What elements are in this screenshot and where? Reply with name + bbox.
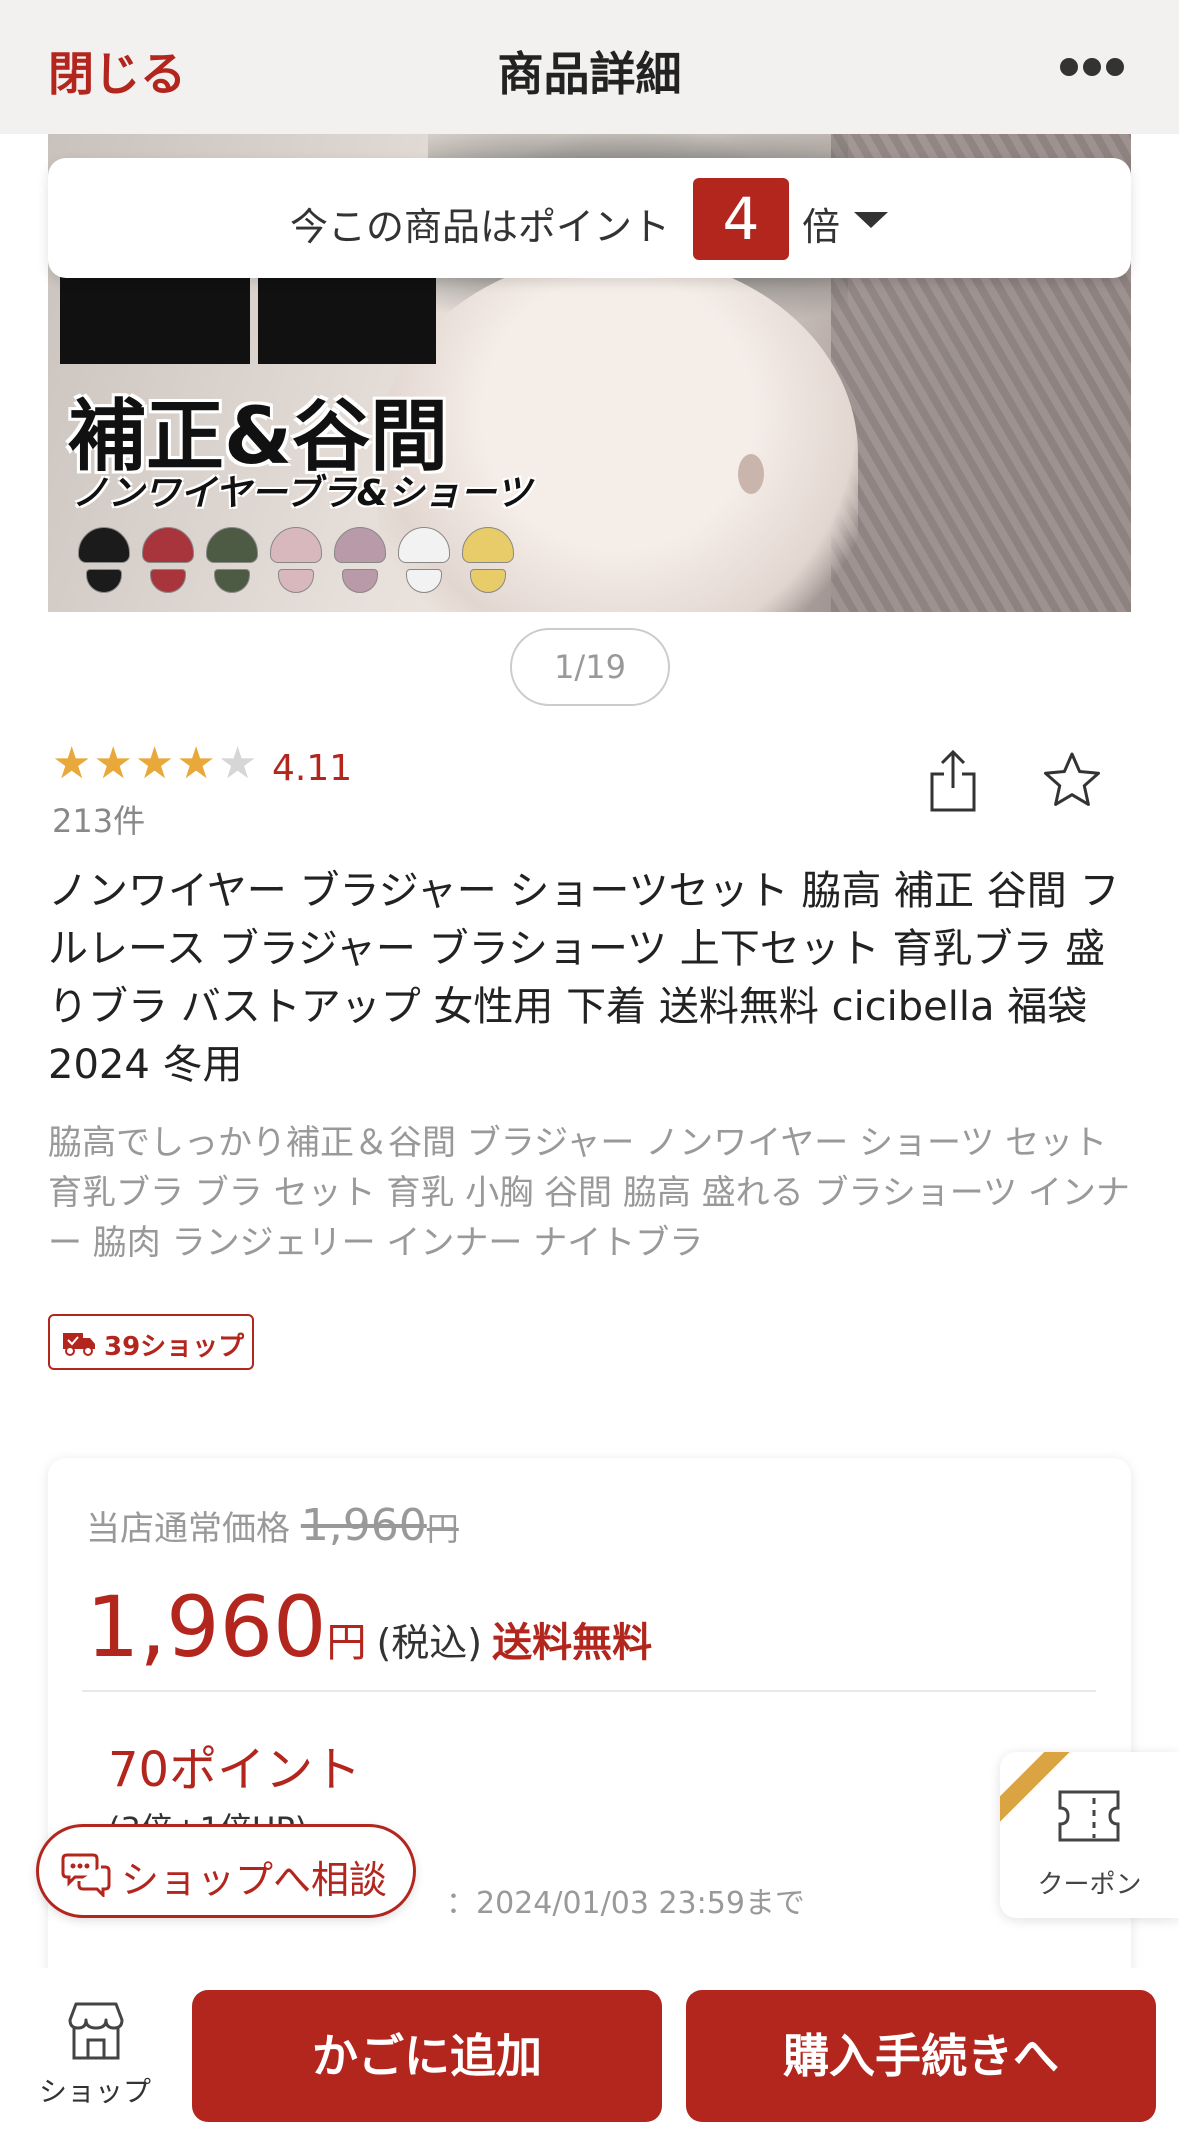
free-shipping-label: 送料無料 [492, 1620, 653, 1666]
caret-down-icon[interactable] [854, 212, 888, 228]
checkout-button[interactable]: 購入手続きへ [686, 1990, 1156, 2122]
current-price-row: 1,960円 (税込) 送料無料 [86, 1578, 652, 1676]
store-icon [68, 2002, 124, 2060]
image-subheadline: ノンワイヤーブラ&ショーツ [72, 473, 532, 514]
color-swatch [398, 519, 450, 597]
rating-stars[interactable]: ★ ★ ★ ★ ★ [52, 742, 257, 786]
page-title: 商品詳細 [497, 47, 682, 101]
shop-tab-label: ショップ [38, 2075, 151, 2108]
chat-bubble-icon [61, 1853, 111, 1897]
shop39-label: 39ショップ [104, 1332, 245, 1362]
color-swatch [270, 519, 322, 597]
color-swatch [142, 519, 194, 597]
product-catch-copy: 脇高でしっかり補正＆谷間 ブラジャー ノンワイヤー ショーツ セット 育乳ブラ … [48, 1123, 1130, 1263]
star-icon: ★ [93, 738, 133, 789]
tax-label: (税込) [376, 1621, 483, 1665]
more-horizontal-icon[interactable] [1060, 58, 1124, 78]
review-count[interactable]: 213件 [52, 796, 145, 842]
points-banner-text: 今この商品はポイント [290, 205, 671, 249]
points-banner-suffix: 倍 [802, 205, 841, 249]
regular-price-label: 当店通常価格 [86, 1509, 290, 1549]
current-price: 1,960 [86, 1578, 327, 1676]
shop-tab[interactable]: ショップ [30, 2000, 160, 2120]
star-icon: ★ [176, 738, 216, 789]
divider [82, 1690, 1096, 1692]
points-multiplier: 4 [693, 178, 789, 260]
color-swatch [206, 519, 258, 597]
coupon-label: クーポン [1037, 1870, 1142, 1900]
bottom-action-bar: ショップ かごに追加 購入手続きへ [0, 1968, 1179, 2143]
color-swatch [462, 519, 514, 597]
star-icon: ★ [134, 738, 175, 789]
ticket-icon [1058, 1790, 1120, 1842]
points-deadline: ：2024/01/03 23:59まで [446, 1886, 805, 1921]
current-price-yen: 円 [326, 1620, 367, 1666]
consult-shop-button[interactable]: ショップへ相談 [36, 1824, 416, 1918]
truck-icon [63, 1333, 95, 1356]
color-swatch [78, 519, 130, 597]
star-favorite-icon[interactable] [1042, 750, 1102, 810]
share-icon[interactable] [928, 748, 978, 814]
image-detail [738, 454, 764, 494]
coupon-button[interactable]: クーポン [1000, 1752, 1179, 1918]
star-icon: ★ [52, 738, 92, 789]
app-header: 閉じる 商品詳細 [0, 0, 1179, 134]
add-to-cart-button[interactable]: かごに追加 [192, 1990, 662, 2122]
color-swatch [334, 519, 386, 597]
color-swatches [78, 519, 514, 599]
star-icon: ★ [217, 738, 258, 789]
consult-shop-label: ショップへ相談 [121, 1858, 388, 1902]
regular-price: 当店通常価格 1,960円 [86, 1500, 459, 1551]
points-earned[interactable]: 70ポイント [108, 1730, 361, 1800]
product-title: ノンワイヤー ブラジャー ショーツセット 脇高 補正 谷間 フルレース ブラジャ… [48, 868, 1120, 1088]
image-counter: 1/19 [510, 628, 670, 706]
regular-price-yen: 円 [426, 1510, 459, 1548]
rating-score[interactable]: 4.11 [272, 748, 352, 789]
points-banner[interactable]: 今この商品はポイント 4 倍 [48, 158, 1131, 278]
shop39-badge: 39ショップ [48, 1314, 254, 1370]
regular-price-value: 1,960 [300, 1500, 427, 1551]
